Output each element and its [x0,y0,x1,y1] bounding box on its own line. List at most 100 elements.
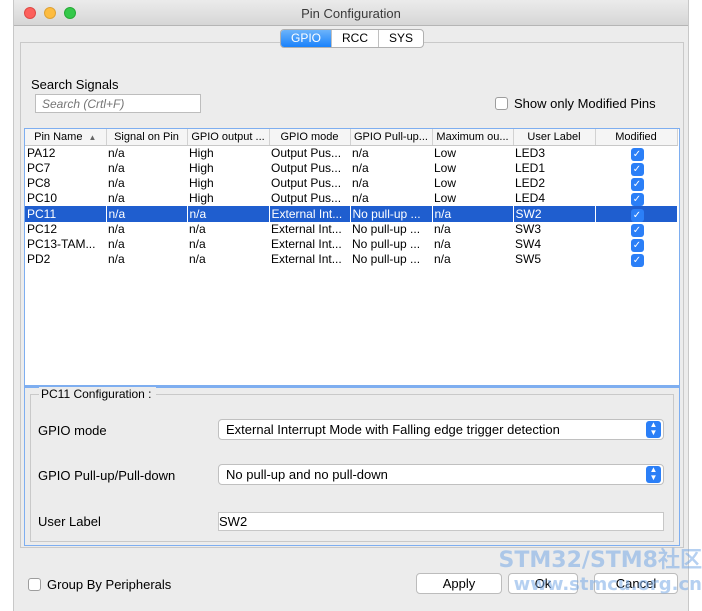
user-label-label: User Label [38,514,101,529]
group-by-peripherals-option[interactable]: Group By Peripherals [28,577,171,592]
cell-gpio-mode: External Int... [271,237,342,252]
cell-gpio-output: High [189,191,214,206]
ok-button[interactable]: Ok [508,573,578,594]
tab-rcc[interactable]: RCC [331,30,378,47]
group-by-peripherals-checkbox[interactable] [28,578,41,591]
cell-max-output: Low [434,145,457,160]
cell-user-label: SW4 [515,237,542,252]
cell-gpio-mode: External Int... [271,221,342,236]
cell-max-output: n/a [432,206,514,222]
cell-modified[interactable]: ✓ [595,145,677,161]
tab-bar: GPIO RCC SYS [280,29,425,48]
group-by-peripherals-label: Group By Peripherals [47,577,172,592]
cell-max-output: Low [434,191,457,206]
checkmark-icon[interactable]: ✓ [630,239,644,253]
cell-pin-name: PC11 [25,206,107,222]
gpio-pull-value: No pull-up and no pull-down [226,467,388,482]
table-row[interactable]: PC13-TAM... n/a n/a External Int... No p… [25,237,677,253]
table-row[interactable]: PA12 n/a High Output Pus... n/a Low LED3… [25,145,677,161]
cell-gpio-pull: n/a [352,145,369,160]
cell-pin-name: PC12 [27,221,58,236]
gpio-mode-value: External Interrupt Mode with Falling edg… [226,422,560,437]
table-row-selected[interactable]: PC11 n/a n/a External Int... No pull-up … [25,206,678,222]
show-only-modified-label: Show only Modified Pins [514,96,656,111]
cell-gpio-mode: External Int... [269,206,351,222]
config-title: PC11 Configuration : [39,387,156,401]
table-row[interactable]: PD2 n/a n/a External Int... No pull-up .… [25,252,677,268]
column-header-modified[interactable]: Modified [595,129,678,146]
search-signals-input[interactable] [35,94,201,113]
cell-user-label: LED3 [515,145,546,160]
cell-modified[interactable]: ✓ [595,191,677,207]
user-label-input[interactable]: SW2 [218,512,664,531]
cell-signal: n/a [108,237,125,252]
cell-gpio-pull: No pull-up ... [352,252,421,267]
cell-gpio-pull: n/a [352,191,369,206]
cell-user-label: SW2 [513,206,596,222]
table-header-row: Pin Name ▲ Signal on Pin GPIO output ... … [25,129,678,146]
checkmark-icon[interactable]: ✓ [630,177,644,191]
cell-gpio-output: High [189,160,214,175]
title-bar[interactable]: Pin Configuration [14,0,688,26]
gpio-panel: Search Signals Show only Modified Pins P… [20,42,684,548]
cell-gpio-output: n/a [189,237,206,252]
cell-modified[interactable]: ✓ [595,206,678,222]
gpio-mode-select[interactable]: External Interrupt Mode with Falling edg… [218,419,664,440]
cell-gpio-output: n/a [189,252,206,267]
column-header-maximum-output[interactable]: Maximum ou... [432,129,514,146]
checkmark-icon[interactable]: ✓ [630,147,644,161]
table-row[interactable]: PC12 n/a n/a External Int... No pull-up … [25,222,677,237]
cell-gpio-mode: Output Pus... [271,160,342,175]
column-header-gpio-output[interactable]: GPIO output ... [187,129,270,146]
cell-modified[interactable]: ✓ [595,222,677,237]
column-header-pin-name[interactable]: Pin Name ▲ [25,129,107,146]
table-row[interactable]: PC8 n/a High Output Pus... n/a Low LED2 … [25,176,677,191]
cell-max-output: n/a [434,252,451,267]
cell-max-output: n/a [434,221,451,236]
cell-signal: n/a [108,191,125,206]
column-header-signal-on-pin[interactable]: Signal on Pin [106,129,188,146]
cancel-button[interactable]: Cancel [594,573,678,594]
cell-pin-name: PC10 [27,191,58,206]
gpio-pull-select[interactable]: No pull-up and no pull-down ▲ ▼ [218,464,664,485]
checkmark-icon[interactable]: ✓ [630,193,644,207]
checkmark-icon[interactable]: ✓ [630,223,644,237]
table-row[interactable]: PC10 n/a High Output Pus... n/a Low LED4… [25,191,677,207]
cell-user-label: LED4 [515,191,546,206]
table-row[interactable]: PC7 n/a High Output Pus... n/a Low LED1 … [25,161,677,176]
cell-user-label: SW3 [515,221,542,236]
cell-gpio-pull: n/a [352,175,369,190]
cell-modified[interactable]: ✓ [595,237,677,253]
cell-signal: n/a [108,175,125,190]
cell-modified[interactable]: ✓ [595,252,677,268]
cell-modified[interactable]: ✓ [595,161,677,176]
updown-chevron-icon[interactable]: ▲ ▼ [646,421,661,438]
column-header-gpio-pull[interactable]: GPIO Pull-up... [350,129,433,146]
cell-signal: n/a [108,221,125,236]
cell-user-label: LED1 [515,160,546,175]
cell-modified[interactable]: ✓ [595,176,677,191]
column-header-gpio-mode[interactable]: GPIO mode [269,129,351,146]
cell-gpio-output: n/a [187,206,270,222]
cell-gpio-output: High [189,175,214,190]
tab-gpio[interactable]: GPIO [281,30,332,47]
pin-configuration-section: PC11 Configuration : GPIO mode External … [24,386,680,546]
show-only-modified-checkbox[interactable] [495,97,508,110]
column-header-user-label[interactable]: User Label [513,129,596,146]
cell-gpio-mode: External Int... [271,252,342,267]
show-only-modified-pins-option[interactable]: Show only Modified Pins [495,96,656,111]
cell-user-label: LED2 [515,175,546,190]
updown-chevron-icon[interactable]: ▲ ▼ [646,466,661,483]
apply-button[interactable]: Apply [416,573,502,594]
checkmark-icon[interactable]: ✓ [630,254,644,268]
cell-pin-name: PC8 [27,175,51,190]
cell-gpio-pull: No pull-up ... [352,221,421,236]
cell-signal: n/a [108,252,125,267]
pin-configuration-window: Pin Configuration Search Signals Show on… [13,0,689,611]
tab-sys[interactable]: SYS [378,30,423,47]
pin-table: Pin Name ▲ Signal on Pin GPIO output ... … [24,128,680,386]
search-signals-label: Search Signals [31,77,119,92]
checkmark-icon[interactable]: ✓ [630,162,644,176]
checkmark-icon[interactable]: ✓ [630,208,644,222]
cell-signal: n/a [106,206,188,222]
